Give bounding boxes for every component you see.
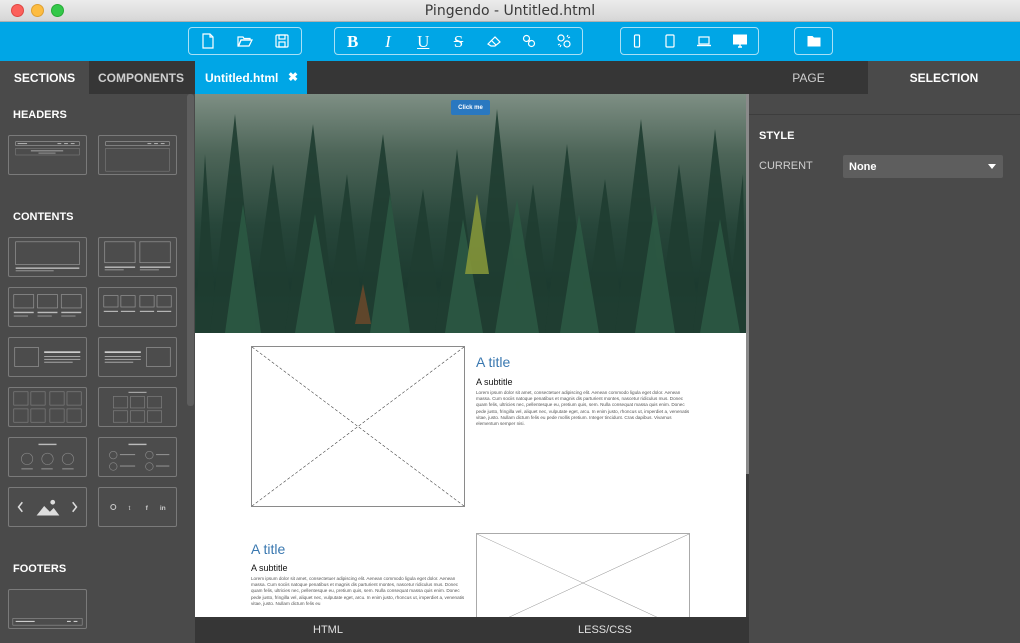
current-style-value: None [849, 160, 877, 173]
left-panel-tabs: SECTIONS COMPONENTS [0, 61, 195, 94]
tab-untitled-html[interactable]: Untitled.html ✖ [195, 61, 307, 94]
section-thumb-content-10[interactable] [98, 437, 177, 477]
tab-html[interactable]: HTML [313, 624, 343, 636]
image-icon [36, 499, 60, 516]
italic-icon: I [385, 31, 391, 51]
underline-icon: U [417, 31, 430, 51]
strikethrough-button[interactable]: S [441, 28, 476, 54]
strikethrough-icon: S [453, 31, 464, 51]
section-thumb-header-1[interactable] [8, 135, 87, 175]
laptop-view-button[interactable] [687, 28, 723, 54]
bold-button[interactable]: B [335, 28, 370, 54]
desktop-view-button[interactable] [722, 28, 758, 54]
open-file-button[interactable] [226, 28, 263, 54]
tablet-view-button[interactable] [654, 28, 687, 54]
section2-body[interactable]: Lorem ipsum dolor sit amet, consectetuer… [251, 576, 465, 607]
footers-heading: FOOTERS [13, 563, 67, 575]
open-folder-icon [236, 36, 253, 47]
section1-subtitle[interactable]: A subtitle [476, 377, 513, 387]
headers-heading: HEADERS [13, 109, 67, 121]
desktop-icon [733, 34, 748, 48]
save-button[interactable] [263, 28, 300, 54]
eraser-icon [486, 36, 501, 47]
section-thumb-content-5[interactable] [8, 337, 87, 377]
section1-title[interactable]: A title [476, 354, 510, 370]
section-thumb-content-1[interactable] [8, 237, 87, 277]
linkedin-icon: in [160, 505, 166, 512]
section-thumb-footer[interactable] [8, 589, 87, 629]
tab-page[interactable]: PAGE [749, 61, 868, 94]
current-style-select[interactable]: None [843, 155, 1003, 178]
section-thumb-social[interactable]: t f in [98, 487, 177, 527]
code-tabs-bar: HTML LESS/CSS [195, 617, 749, 643]
save-icon [274, 34, 289, 48]
project-folder-button[interactable] [795, 28, 832, 54]
contents-heading: CONTENTS [13, 211, 74, 223]
editor-canvas[interactable]: Click me A title A subtitle Lorem ipsum … [195, 94, 746, 617]
sections-scrollbar[interactable] [187, 94, 194, 406]
unlink-icon [557, 34, 571, 48]
image-placeholder-1[interactable] [251, 346, 465, 507]
link-icon [522, 34, 536, 48]
section-thumb-content-2[interactable] [98, 237, 177, 277]
link-button[interactable] [511, 28, 546, 54]
close-tab-icon[interactable]: ✖ [288, 70, 298, 84]
image-placeholder-2[interactable] [476, 533, 690, 617]
hero-forest-image[interactable]: Click me [195, 94, 746, 333]
section-thumb-content-7[interactable] [8, 387, 87, 427]
section1-body[interactable]: Lorem ipsum dolor sit amet, consectetuer… [476, 390, 690, 427]
main-toolbar: B I U S [0, 22, 1020, 61]
click-me-button[interactable]: Click me [451, 100, 490, 115]
device-toolbar-group [620, 27, 759, 55]
tab-sections[interactable]: SECTIONS [0, 61, 89, 94]
section-thumb-content-3[interactable] [8, 287, 87, 327]
section-thumb-content-6[interactable] [98, 337, 177, 377]
window-title: Pingendo - Untitled.html [424, 3, 596, 19]
laptop-icon [697, 36, 712, 47]
section-thumb-content-9[interactable] [8, 437, 87, 477]
underline-button[interactable]: U [406, 28, 441, 54]
style-heading: STYLE [759, 130, 795, 142]
tab-label: Untitled.html [205, 70, 279, 85]
panel-divider [749, 114, 1020, 115]
section-thumb-content-8[interactable] [98, 387, 177, 427]
window-titlebar: Pingendo - Untitled.html [0, 0, 1020, 22]
folder-icon [807, 36, 820, 47]
format-toolbar-group: B I U S [334, 27, 583, 55]
new-file-icon [201, 33, 214, 49]
section2-subtitle[interactable]: A subtitle [251, 563, 288, 573]
tab-less-css[interactable]: LESS/CSS [578, 624, 632, 636]
eraser-button[interactable] [476, 28, 511, 54]
selection-panel: STYLE CURRENT None [749, 94, 1020, 643]
section-thumb-content-4[interactable] [98, 287, 177, 327]
chevron-down-icon [988, 164, 996, 169]
section-thumb-header-2[interactable] [98, 135, 177, 175]
chevron-left-icon [17, 501, 23, 513]
project-toolbar-group [794, 27, 833, 55]
tab-selection[interactable]: SELECTION [868, 61, 1020, 94]
section2-title[interactable]: A title [251, 541, 285, 557]
document-tabs: Untitled.html ✖ [195, 61, 749, 94]
chevron-right-icon [72, 501, 78, 513]
sections-panel: HEADERS CONTENTS t f in FOOTERS [0, 94, 195, 643]
phone-view-button[interactable] [621, 28, 654, 54]
facebook-icon: f [146, 505, 149, 512]
current-label: CURRENT [759, 160, 813, 172]
italic-button[interactable]: I [370, 28, 405, 54]
tablet-icon [665, 34, 675, 48]
right-panel-tabs: PAGE SELECTION [749, 61, 1020, 94]
new-file-button[interactable] [189, 28, 226, 54]
unlink-button[interactable] [547, 28, 582, 54]
file-toolbar-group [188, 27, 302, 55]
tab-components[interactable]: COMPONENTS [89, 61, 193, 94]
twitter-icon: t [128, 505, 130, 512]
section-thumb-gallery[interactable] [8, 487, 87, 527]
bold-icon: B [346, 31, 359, 51]
phone-icon [634, 34, 641, 48]
github-icon [110, 504, 117, 510]
